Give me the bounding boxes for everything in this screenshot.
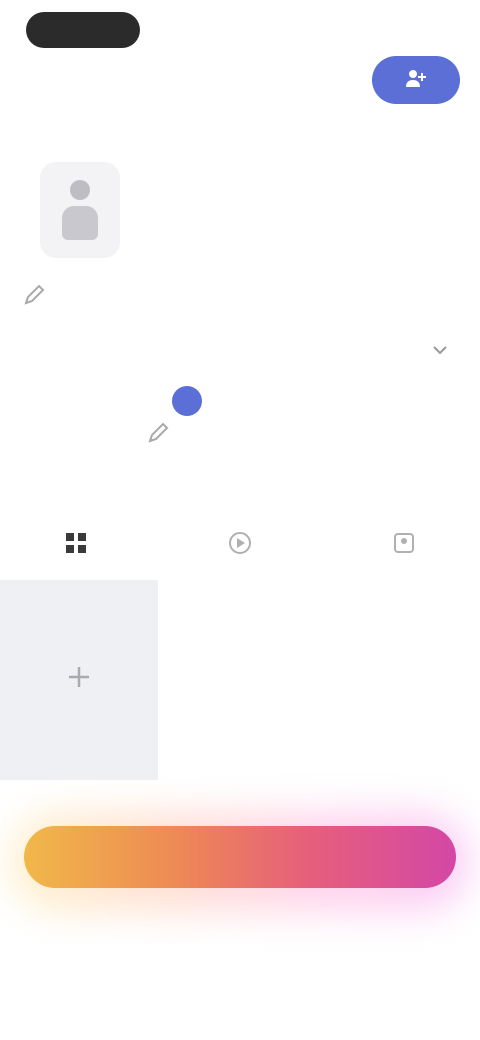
content-filter-bar	[0, 510, 480, 580]
tab-more[interactable]	[420, 338, 460, 366]
tag-icon	[391, 530, 417, 563]
grid-icon	[63, 530, 89, 563]
follow-button[interactable]	[372, 56, 460, 104]
profile-tabs	[0, 330, 480, 374]
filter-video[interactable]	[216, 522, 264, 570]
chevron-down-icon	[432, 343, 448, 360]
top-bar	[0, 0, 480, 120]
stat-following[interactable]	[358, 206, 448, 210]
primary-cta-button[interactable]	[24, 826, 456, 888]
pencil-icon[interactable]	[22, 282, 56, 312]
status-pill	[26, 12, 140, 48]
filter-grid[interactable]	[52, 522, 100, 570]
content-grid	[0, 580, 480, 780]
add-content-tile[interactable]	[0, 580, 158, 780]
play-icon	[227, 530, 253, 563]
notification-badge	[172, 386, 202, 416]
stat-posts[interactable]	[158, 206, 228, 210]
pencil-icon[interactable]	[146, 420, 176, 450]
stat-followers[interactable]	[258, 206, 338, 210]
person-avatar-icon	[60, 180, 100, 240]
plus-icon	[64, 659, 94, 701]
filter-tagged[interactable]	[380, 522, 428, 570]
tab-1[interactable]	[64, 338, 174, 366]
sub-row	[0, 380, 480, 490]
person-plus-icon	[405, 68, 427, 92]
profile-section	[0, 150, 480, 270]
avatar[interactable]	[40, 162, 120, 258]
tab-2[interactable]	[254, 338, 384, 366]
